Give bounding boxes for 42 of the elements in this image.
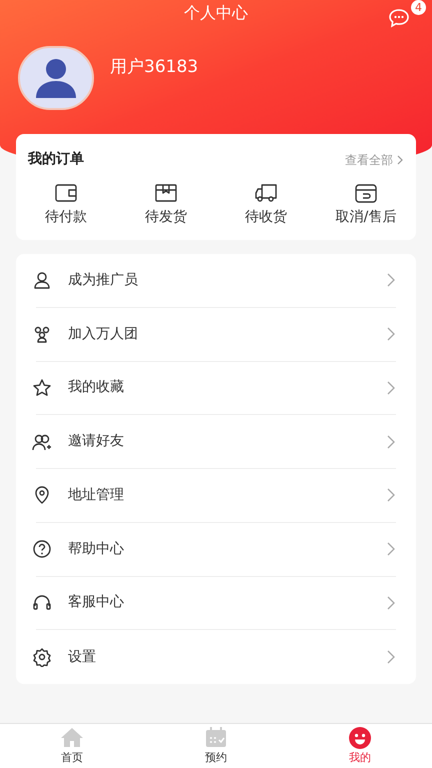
star-icon <box>32 378 52 398</box>
chevron-right-icon <box>396 154 404 164</box>
username: 用户36183 <box>110 56 198 80</box>
menu-item[interactable]: 成为推广员 <box>36 254 396 308</box>
tab[interactable]: 首页 <box>0 724 144 768</box>
menu-item[interactable]: 加入万人团 <box>36 308 396 362</box>
tab[interactable]: 我的 <box>288 724 432 768</box>
orders-title: 我的订单 <box>28 150 84 169</box>
person-badge-icon <box>32 270 52 290</box>
menu-item[interactable]: 我的收藏 <box>36 362 396 416</box>
order-status-button[interactable]: 待付款 <box>16 182 116 228</box>
smiley-icon <box>348 726 372 749</box>
message-button[interactable] <box>388 6 410 28</box>
chevron-right-icon <box>386 327 396 342</box>
order-status-button[interactable]: 取消/售后 <box>316 182 416 228</box>
box-icon <box>154 182 178 204</box>
wallet-icon <box>54 182 78 204</box>
group-icon <box>32 324 52 344</box>
menu-item[interactable]: 帮助中心 <box>36 522 396 576</box>
return-box-icon <box>354 182 378 204</box>
calendar-icon <box>204 726 228 749</box>
menu-item[interactable]: 设置 <box>36 630 396 684</box>
home-icon <box>60 726 84 749</box>
chevron-right-icon <box>386 542 396 556</box>
page-title: 个人中心 <box>184 2 248 24</box>
chevron-right-icon <box>386 434 396 449</box>
chat-icon <box>388 8 410 28</box>
menu-item[interactable]: 地址管理 <box>36 469 396 523</box>
chevron-right-icon <box>386 380 396 395</box>
order-status-button[interactable]: 待收货 <box>216 182 316 228</box>
menu-item[interactable]: 客服中心 <box>36 576 396 630</box>
chevron-right-icon <box>386 273 396 288</box>
settings-icon <box>32 647 52 668</box>
tab[interactable]: 预约 <box>144 724 288 768</box>
chevron-right-icon <box>386 488 396 502</box>
chevron-right-icon <box>386 596 396 610</box>
menu-item[interactable]: 邀请好友 <box>36 415 396 469</box>
chevron-right-icon <box>386 650 396 664</box>
truck-icon <box>254 182 278 204</box>
help-icon <box>32 539 52 560</box>
order-status-button[interactable]: 待发货 <box>116 182 216 228</box>
person-icon <box>34 56 78 100</box>
